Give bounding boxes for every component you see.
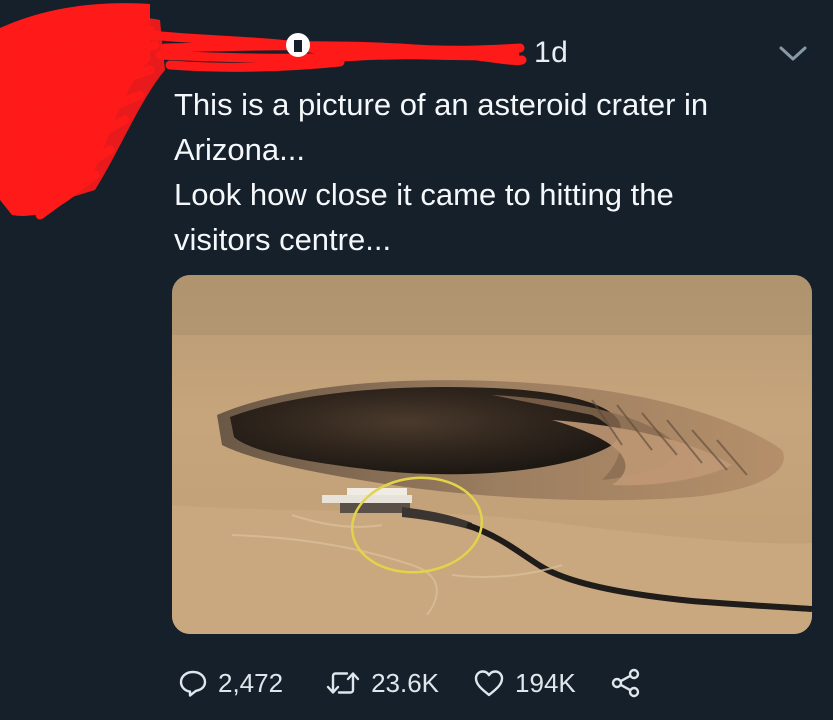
- action-bar: 2,472 23.6K 194K: [174, 660, 794, 706]
- tweet-line: Look how close it came to hitting the: [174, 177, 674, 212]
- retweet-icon: [326, 672, 360, 694]
- tweet-text: This is a picture of an asteroid crater …: [174, 82, 804, 262]
- chevron-down-icon[interactable]: [776, 40, 810, 66]
- share-button[interactable]: [610, 667, 642, 699]
- crater-photo: [172, 275, 812, 634]
- retweet-button[interactable]: 23.6K: [325, 668, 439, 699]
- retweet-count: 23.6K: [371, 667, 440, 698]
- reply-button[interactable]: 2,472: [178, 668, 283, 699]
- share-icon: [611, 668, 639, 698]
- tweet-line: Arizona...: [174, 132, 305, 167]
- tweet-timestamp[interactable]: 1d: [534, 36, 568, 70]
- like-count: 194K: [515, 667, 576, 698]
- reply-icon: [179, 670, 207, 697]
- heart-icon: [474, 670, 504, 697]
- tweet-line: This is a picture of an asteroid crater …: [174, 87, 709, 122]
- reply-count: 2,472: [218, 667, 284, 698]
- tweet-photo[interactable]: [172, 275, 812, 634]
- like-button[interactable]: 194K: [473, 668, 576, 699]
- tweet[interactable]: 1d This is a picture of an asteroid crat…: [0, 0, 833, 720]
- tweet-line: visitors centre...: [174, 222, 392, 257]
